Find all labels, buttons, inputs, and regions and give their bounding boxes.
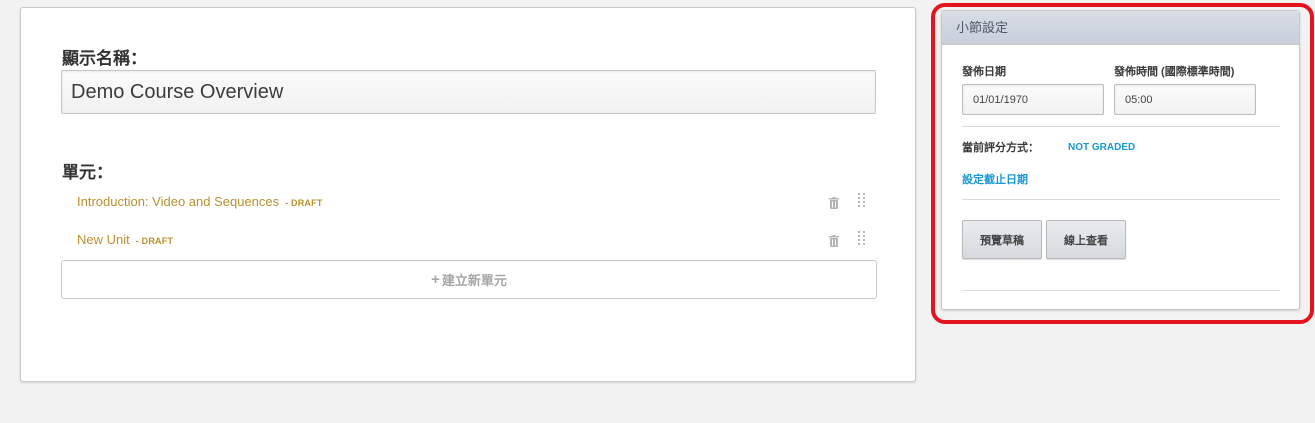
units-label: 單元： (62, 163, 113, 182)
unit-link[interactable]: Introduction: Video and Sequences - DRAFT (77, 194, 323, 209)
unit-title: Introduction: Video and Sequences (77, 194, 280, 209)
section-editor-card: 顯示名稱： 單元： Introduction: Video and Sequen… (20, 7, 916, 382)
trash-icon[interactable] (829, 234, 839, 247)
unit-row: Introduction: Video and Sequences - DRAFT (61, 188, 877, 216)
trash-icon[interactable] (829, 196, 839, 209)
unit-link[interactable]: New Unit - DRAFT (77, 232, 173, 247)
add-unit-label: 建立新單元 (441, 273, 507, 288)
unit-title: New Unit (77, 232, 130, 247)
unit-status-badge: - DRAFT (135, 236, 174, 246)
unit-row: New Unit - DRAFT (61, 226, 877, 254)
display-name-label: 顯示名稱： (62, 49, 147, 68)
highlight-annotation (931, 3, 1314, 324)
plus-icon: + (431, 271, 440, 288)
drag-handle-icon[interactable] (857, 192, 867, 210)
unit-status-badge: - DRAFT (285, 198, 323, 208)
display-name-input[interactable] (61, 70, 876, 114)
drag-handle-icon[interactable] (857, 230, 867, 248)
add-unit-button[interactable]: + 建立新單元 (61, 260, 877, 299)
